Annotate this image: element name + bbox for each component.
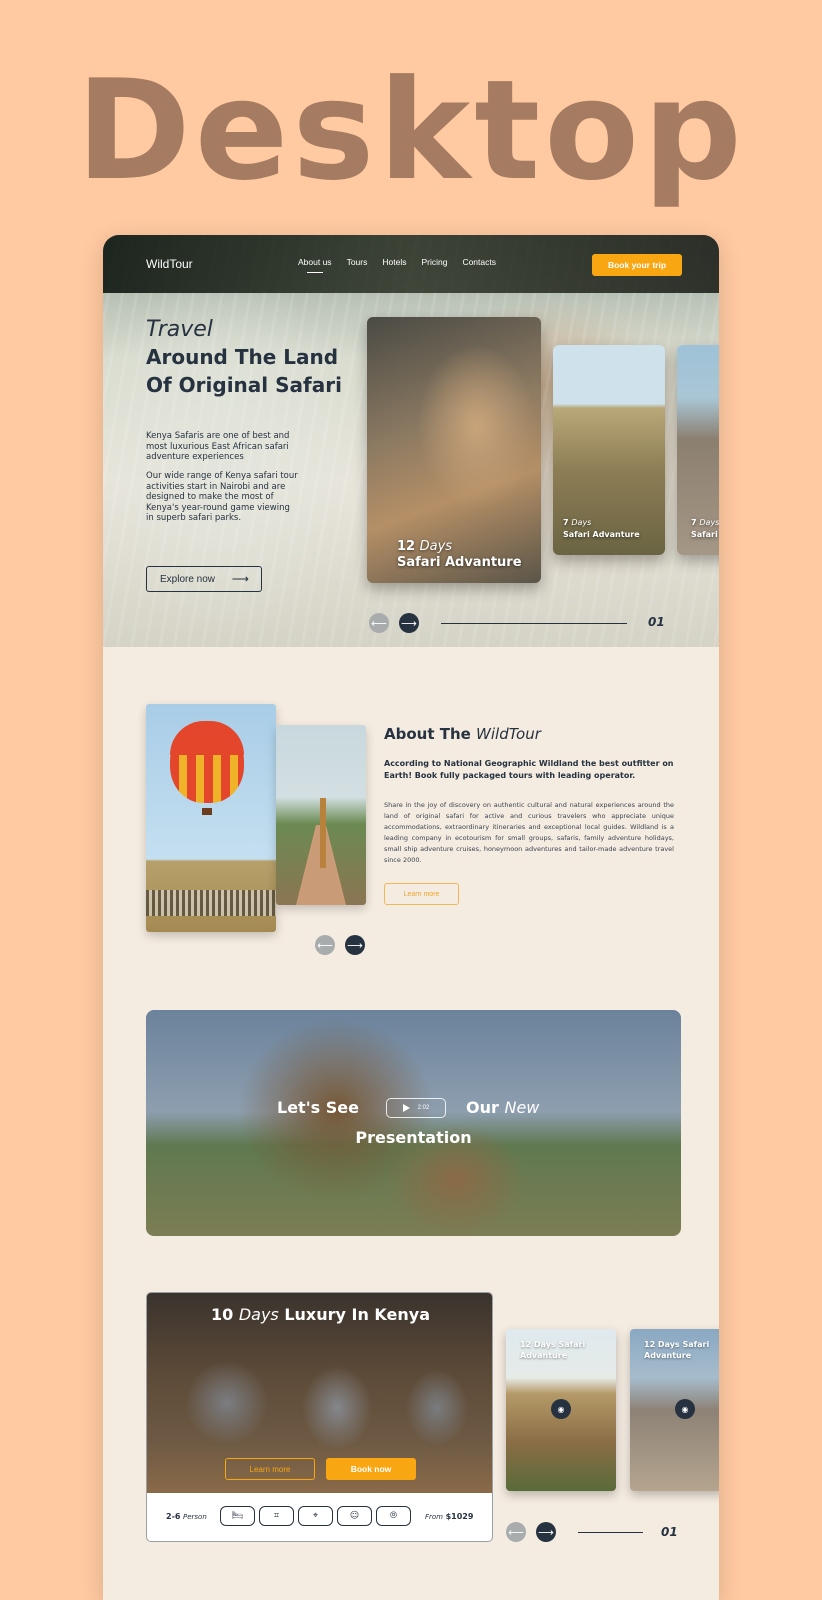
mini-card-label: 12 Days Safari Advanture [644,1340,710,1360]
hero-section: WildTour About us Tours Hotels Pricing C… [103,235,719,647]
giraffe-photo [276,725,366,905]
balloon-photo [146,704,276,932]
play-button[interactable]: 2:02 [386,1098,446,1118]
tour-persons: 2-6 Person [166,1512,207,1521]
hero-kicker: Travel [146,317,213,342]
eye-icon[interactable]: ◉ [675,1399,695,1419]
tour-card-label: 7 Days Safari Advanture [563,518,640,539]
nav-item-tours[interactable]: Tours [347,257,368,267]
tour-info-bar: 2-6 Person 🛏 ⌗ ⌖ ☺ ⦾ From $1029 [147,1493,492,1541]
explore-button-label: Explore now [160,573,216,585]
mini-tour-card-1[interactable]: 12 Days Safari Advanture ◉ [506,1329,616,1491]
tour-card-label: 7 Days Safari [691,518,719,539]
tour-price: From $1029 [425,1512,474,1521]
tour-card-label: 12 Days Safari Advanture [397,539,522,570]
video-heading-right: Our New [466,1098,540,1117]
top-navigation: WildTour About us Tours Hotels Pricing C… [103,235,719,293]
guide-icon: ☺ [337,1506,372,1526]
slider-next-button[interactable]: ⟶ [399,613,419,633]
logo[interactable]: WildTour [146,257,193,271]
bed-icon: 🛏 [220,1506,255,1526]
about-lead: According to National Geographic Wildlan… [384,759,674,780]
nav-item-about[interactable]: About us [298,257,332,273]
hot-air-balloon [170,721,244,803]
zebra-herd [146,890,276,916]
binoculars-icon: ⦾ [376,1506,411,1526]
featured-tour-card: 10 Days Luxury In Kenya Learn more Book … [146,1292,493,1542]
video-overlay [146,1010,681,1236]
crop-icon: ⌗ [259,1506,294,1526]
giraffe [320,798,326,868]
eye-icon[interactable]: ◉ [551,1399,571,1419]
nav-menu: About us Tours Hotels Pricing Contacts [298,257,496,273]
tour-slide-number: 01 [661,1525,678,1539]
hero-paragraph-1: Kenya Safaris are one of best and most l… [146,431,290,462]
about-next-button[interactable]: ⟶ [345,935,365,955]
presentation-video[interactable]: Let's See 2:02 Our New Presentation [146,1010,681,1236]
tour-card-lioness[interactable]: 12 Days Safari Advanture [367,317,541,583]
book-trip-button[interactable]: Book your trip [592,254,682,276]
tour-progress-line [578,1532,643,1533]
tour-learn-more-button[interactable]: Learn more [225,1458,315,1480]
balloon-basket [202,808,212,815]
tour-card-antelope[interactable]: 7 Days Safari Advanture [553,345,665,555]
video-duration: 2:02 [417,1105,430,1111]
video-heading-left: Let's See [277,1098,359,1117]
slide-number: 01 [648,615,665,629]
play-icon [402,1104,410,1112]
page-title: Desktop [76,50,746,211]
about-learn-more-button[interactable]: Learn more [384,883,459,905]
explore-button[interactable]: Explore now ⟶ [146,566,262,592]
desktop-mockup: WildTour About us Tours Hotels Pricing C… [103,235,719,1600]
nav-item-pricing[interactable]: Pricing [421,257,447,267]
hero-title: Around The Land Of Original Safari [146,345,342,397]
slider-prev-button[interactable]: ⟵ [369,613,389,633]
hero-paragraph-2: Our wide range of Kenya safari tour acti… [146,471,298,523]
tour-prev-button[interactable]: ⟵ [506,1522,526,1542]
location-pin-icon: ⌖ [298,1506,333,1526]
tour-card-elephant[interactable]: 7 Days Safari [677,345,719,555]
slider-progress-line [441,623,627,624]
about-body: Share in the joy of discovery on authent… [384,801,674,864]
about-prev-button[interactable]: ⟵ [315,935,335,955]
mini-tour-card-2[interactable]: 12 Days Safari Advanture ◉ [630,1329,719,1491]
tour-title: 10 Days Luxury In Kenya [210,1305,431,1324]
about-title: About The WildTour [384,725,541,743]
video-heading-bottom: Presentation [355,1128,472,1147]
mini-card-label: 12 Days Safari Advanture [520,1340,586,1360]
tour-next-button[interactable]: ⟶ [536,1522,556,1542]
nav-item-contacts[interactable]: Contacts [462,257,496,267]
arrow-right-icon: ⟶ [231,572,249,586]
nav-item-hotels[interactable]: Hotels [382,257,406,267]
tour-book-now-button[interactable]: Book now [326,1458,416,1480]
